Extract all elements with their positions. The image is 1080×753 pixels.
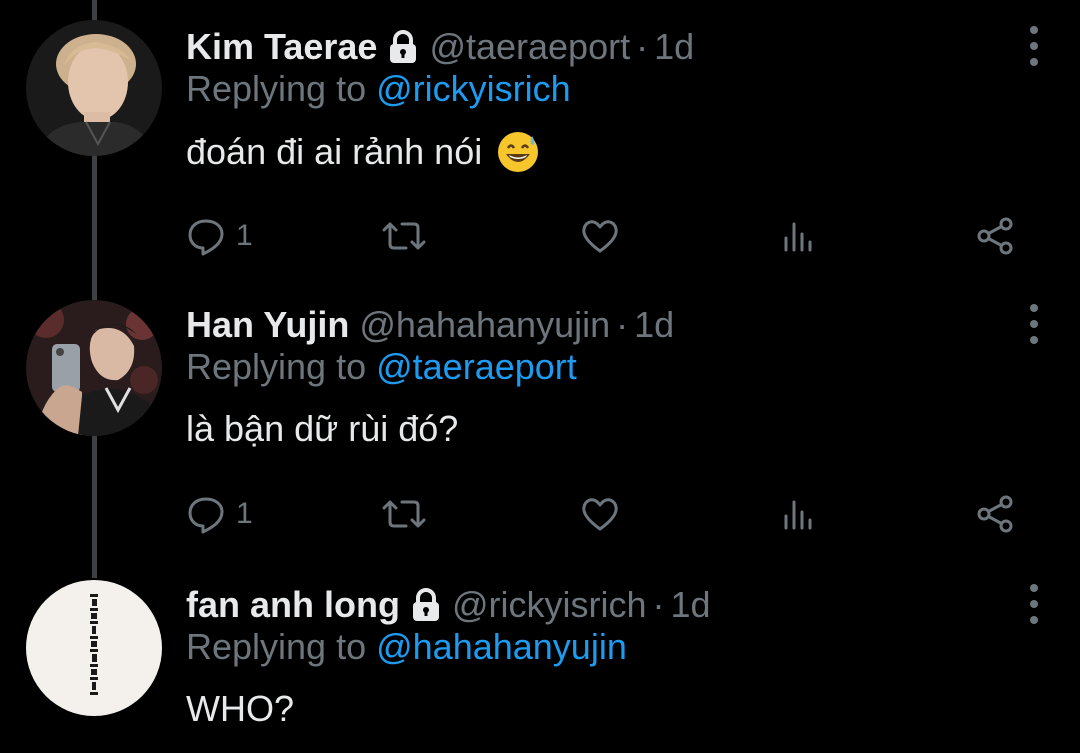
more-vertical-icon[interactable]: [1028, 584, 1040, 624]
replying-to-line: Replying to @hahahanyujin: [186, 626, 627, 668]
tweet-text-content: WHO?: [186, 688, 294, 729]
user-handle[interactable]: @taeraeport: [429, 26, 630, 68]
avatar[interactable]: [26, 580, 162, 716]
like-button[interactable]: [580, 490, 620, 538]
mention-link[interactable]: @rickyisrich: [376, 68, 571, 109]
share-button[interactable]: [976, 490, 1016, 538]
avatar[interactable]: [26, 20, 162, 156]
tweet[interactable]: Han Yujin @hahahanyujin · 1d Replying to…: [0, 300, 1080, 560]
tweet-text: WHO?: [186, 688, 294, 730]
views-button[interactable]: [778, 490, 818, 538]
tweet-thread: Kim Taerae @taeraeport · 1d Replying to …: [0, 0, 1080, 753]
reply-count: 1: [236, 219, 253, 252]
timestamp[interactable]: 1d: [634, 304, 674, 346]
separator-dot: ·: [636, 26, 649, 67]
tweet-text: là bận dữ rùi đó?: [186, 408, 458, 450]
lock-icon: [387, 30, 419, 64]
share-icon: [976, 216, 1016, 256]
avatar[interactable]: [26, 300, 162, 436]
display-name[interactable]: Han Yujin: [186, 304, 349, 346]
more-vertical-icon[interactable]: [1028, 304, 1040, 344]
more-vertical-icon[interactable]: [1028, 26, 1040, 66]
mention-link[interactable]: @taeraeport: [376, 346, 577, 387]
share-button[interactable]: [976, 212, 1016, 260]
user-handle[interactable]: @rickyisrich: [452, 584, 647, 626]
replying-to-line: Replying to @rickyisrich: [186, 68, 571, 110]
timestamp[interactable]: 1d: [654, 26, 694, 68]
speech-bubble-icon: [186, 216, 226, 256]
reply-count: 1: [236, 497, 253, 530]
display-name[interactable]: fan anh long: [186, 584, 400, 626]
user-handle[interactable]: @hahahanyujin: [359, 304, 610, 346]
retweet-icon: [382, 494, 426, 534]
tweet-actions: 1: [186, 490, 1026, 538]
tweet[interactable]: fan anh long @rickyisrich · 1d Replying …: [0, 580, 1080, 753]
separator-dot: ·: [652, 584, 665, 625]
retweet-button[interactable]: [382, 490, 426, 538]
replying-to-label: Replying to: [186, 68, 377, 109]
avatar-photo-icon: [26, 20, 162, 156]
retweet-icon: [382, 216, 426, 256]
bar-chart-icon: [778, 494, 818, 534]
views-button[interactable]: [778, 212, 818, 260]
tweet-actions: 1: [186, 212, 1026, 260]
avatar-logo-icon: [26, 580, 162, 716]
share-icon: [976, 494, 1016, 534]
replying-to-label: Replying to: [186, 626, 377, 667]
mention-link[interactable]: @hahahanyujin: [376, 626, 627, 667]
separator-dot: ·: [616, 304, 629, 345]
timestamp[interactable]: 1d: [671, 584, 711, 626]
heart-icon: [580, 494, 620, 534]
like-button[interactable]: [580, 212, 620, 260]
lock-icon: [410, 588, 442, 622]
heart-icon: [580, 216, 620, 256]
grinning-sweat-emoji-icon: [496, 130, 540, 174]
tweet-text: đoán đi ai rảnh nói: [186, 130, 540, 174]
avatar-photo-icon: [26, 300, 162, 436]
tweet-header: Han Yujin @hahahanyujin · 1d: [186, 300, 674, 350]
tweet-text-content: đoán đi ai rảnh nói: [186, 131, 483, 172]
tweet-header: Kim Taerae @taeraeport · 1d: [186, 22, 694, 72]
replying-to-line: Replying to @taeraeport: [186, 346, 577, 388]
reply-button[interactable]: 1: [186, 212, 253, 260]
tweet[interactable]: Kim Taerae @taeraeport · 1d Replying to …: [0, 20, 1080, 282]
bar-chart-icon: [778, 216, 818, 256]
reply-button[interactable]: 1: [186, 490, 253, 538]
replying-to-label: Replying to: [186, 346, 377, 387]
display-name[interactable]: Kim Taerae: [186, 26, 377, 68]
retweet-button[interactable]: [382, 212, 426, 260]
tweet-text-content: là bận dữ rùi đó?: [186, 408, 459, 449]
tweet-header: fan anh long @rickyisrich · 1d: [186, 580, 711, 630]
speech-bubble-icon: [186, 494, 226, 534]
